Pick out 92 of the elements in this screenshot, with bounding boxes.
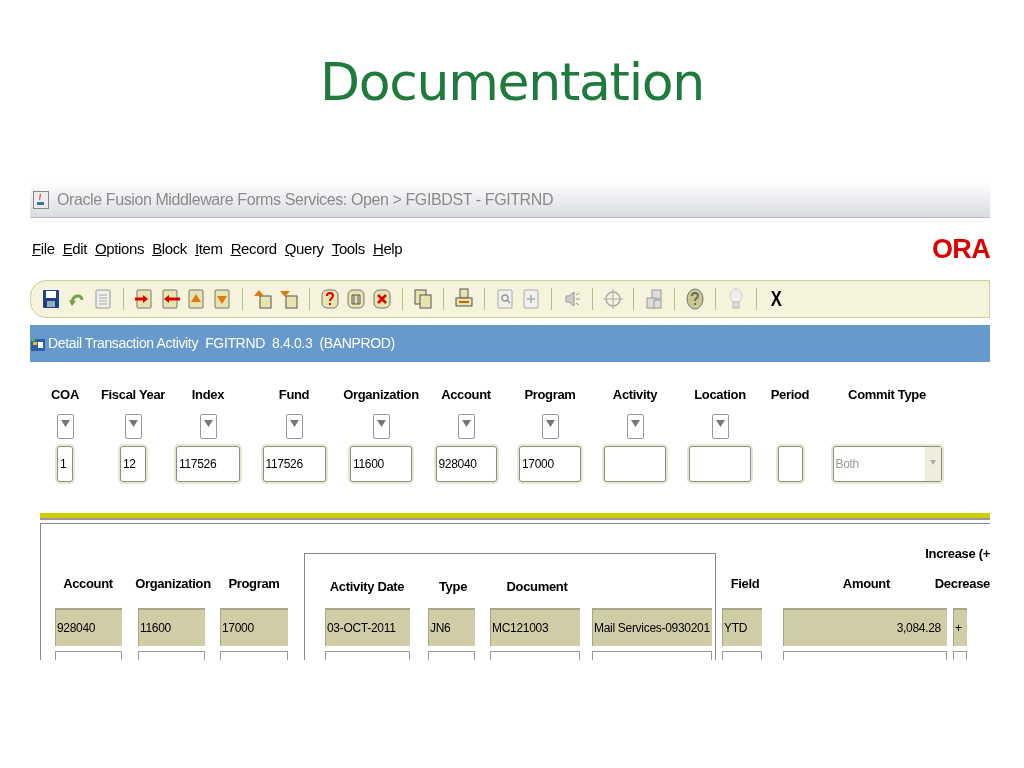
caret-down-icon <box>376 420 386 427</box>
caret-down-icon <box>545 420 555 427</box>
input-field[interactable]: 11600 <box>350 446 412 482</box>
page-arrow-right-icon[interactable] <box>134 288 154 310</box>
menu-item[interactable]: Query <box>284 237 324 261</box>
input-field[interactable]: 928040 <box>435 446 497 482</box>
window-title: Oracle Fusion Middleware Forms Services: Open > FGIBDST - FGITRND <box>57 189 554 210</box>
column-header: Program <box>227 574 281 593</box>
input-field[interactable]: 117526 <box>176 446 240 482</box>
column-header: Activity Date <box>328 577 406 596</box>
table-cell: 17000 <box>220 608 288 646</box>
menu-item[interactable]: Record <box>230 237 277 261</box>
field-label: Location <box>694 386 746 404</box>
triangle-down-page-icon[interactable] <box>212 288 232 310</box>
stacked-pages-icon[interactable] <box>644 288 664 310</box>
menu-item[interactable]: Edit <box>62 237 88 261</box>
menu-item[interactable]: Tools <box>331 237 365 261</box>
field-label: Activity <box>612 386 658 404</box>
menu-item[interactable]: Options <box>95 237 145 261</box>
column-header: Amount <box>841 574 891 593</box>
field-label: Index <box>191 386 225 404</box>
input-field[interactable]: 12 <box>120 446 146 482</box>
database-x-icon[interactable] <box>372 288 392 310</box>
help-icon[interactable] <box>685 288 705 310</box>
lookup-button[interactable] <box>711 414 729 439</box>
column-header: Increase (+ <box>925 545 990 563</box>
printer-icon[interactable] <box>454 288 474 310</box>
lookup-button[interactable] <box>124 414 142 439</box>
field-label: Fiscal Year <box>100 386 166 404</box>
pages-icon[interactable] <box>413 288 433 310</box>
page-arrow-left-icon[interactable] <box>160 288 180 310</box>
input-field[interactable]: 1 <box>57 446 73 482</box>
lookup-button[interactable] <box>372 414 390 439</box>
triangle-up-page-icon[interactable] <box>186 288 206 310</box>
form-title: Detail Transaction Activity FGITRND 8.4.0.3 (BANPROD) <box>48 334 395 353</box>
input-field[interactable] <box>689 446 751 482</box>
crosshair-icon[interactable] <box>603 288 623 310</box>
field-label: Program <box>524 386 576 404</box>
table-cell: 03-OCT-2011 <box>325 608 410 646</box>
menu-item[interactable]: Help <box>372 237 403 261</box>
form-icon <box>30 335 46 352</box>
slide-title: Documentation <box>320 51 704 114</box>
lookup-button[interactable] <box>457 414 475 439</box>
column-header: Account <box>62 574 114 593</box>
input-field[interactable]: 17000 <box>519 446 581 482</box>
menu-item[interactable]: File <box>32 237 55 261</box>
column-header: Field <box>729 574 761 593</box>
menu-item[interactable]: Item <box>194 237 223 261</box>
close-button[interactable]: X <box>769 288 784 310</box>
table-cell: 928040 <box>55 608 122 646</box>
table-cell: 11600 <box>138 608 205 646</box>
logo-text: ORA <box>932 235 990 263</box>
lookup-button[interactable] <box>626 414 644 439</box>
table-cell: 3,084.28 <box>783 608 947 646</box>
column-header: Decrease <box>934 574 990 593</box>
caret-down-icon <box>289 420 299 427</box>
lookup-button[interactable] <box>285 414 303 439</box>
caret-down-icon <box>203 420 213 427</box>
database-question-icon[interactable] <box>320 288 340 310</box>
column-header: Type <box>437 577 469 596</box>
table-cell: + <box>953 608 967 646</box>
speaker-icon[interactable] <box>562 288 582 310</box>
input-field[interactable] <box>777 446 803 482</box>
input-field[interactable]: 117526 <box>262 446 326 482</box>
caret-down-icon <box>461 420 471 427</box>
table-cell: YTD <box>722 608 762 646</box>
caret-down-icon <box>60 420 70 427</box>
caret-down-icon <box>128 420 138 427</box>
caret-down-icon <box>630 420 640 427</box>
lookup-button[interactable] <box>541 414 559 439</box>
field-label: Fund <box>278 386 310 404</box>
table-cell: JN6 <box>428 608 475 646</box>
field-label: Account <box>441 386 491 404</box>
down-arrow-pages-icon[interactable] <box>279 288 299 310</box>
table-cell: MC121003 <box>490 608 580 646</box>
search-icon[interactable] <box>495 288 515 310</box>
field-label: COA <box>51 386 79 404</box>
column-header: Organization <box>134 574 212 593</box>
field-label: Commit Type <box>848 386 926 404</box>
database-icon[interactable] <box>346 288 366 310</box>
up-arrow-pages-icon[interactable] <box>253 288 273 310</box>
lookup-button[interactable] <box>56 414 74 439</box>
menu-item[interactable]: Block <box>152 237 187 261</box>
column-header: Document <box>505 577 569 596</box>
lookup-button[interactable] <box>199 414 217 439</box>
save-icon[interactable] <box>41 288 61 310</box>
table-cell: Mail Services-0930201 <box>592 608 712 646</box>
coffee-cup-icon <box>33 190 49 209</box>
caret-down-icon <box>715 420 725 427</box>
field-label: Organization <box>343 386 419 404</box>
input-field[interactable] <box>604 446 666 482</box>
field-label: Period <box>770 386 810 404</box>
